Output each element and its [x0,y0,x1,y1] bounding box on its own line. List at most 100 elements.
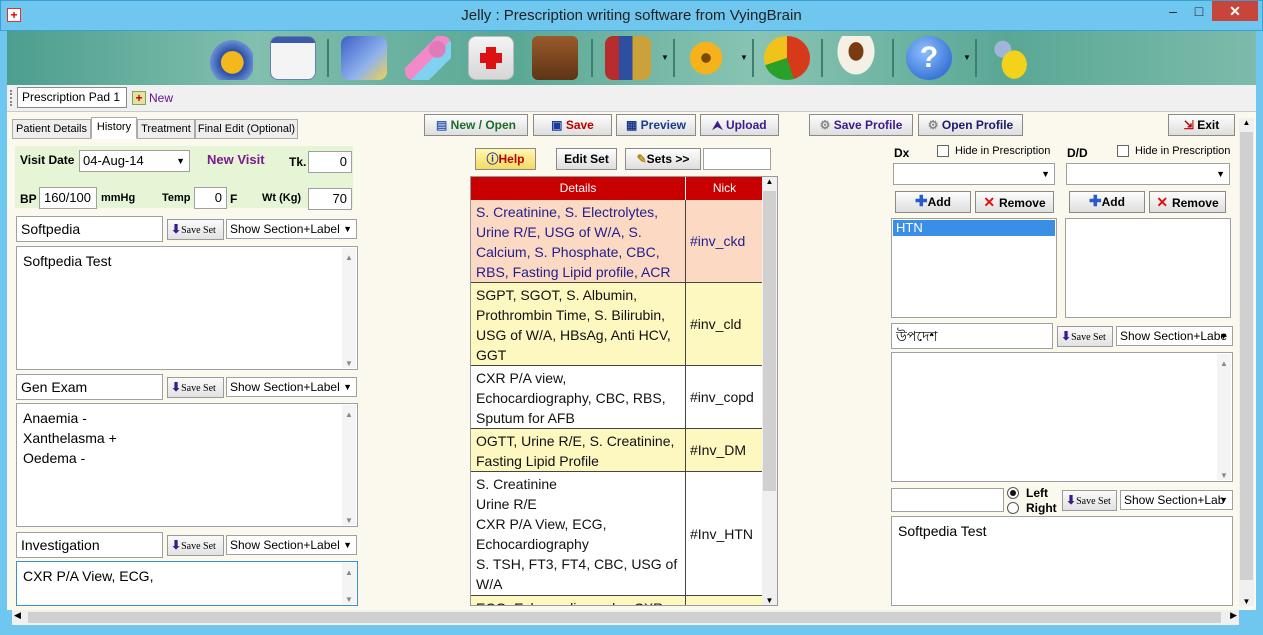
left-radio[interactable] [1007,487,1019,499]
medicine-icon[interactable] [341,36,387,80]
section-title-softpedia[interactable]: Softpedia [16,216,163,242]
car-icon[interactable] [989,36,1035,80]
advice-text[interactable]: ▲ ▼ [891,352,1233,482]
sets-button[interactable]: ✎Sets >> [625,148,701,170]
dd-select[interactable]: ▼ [1066,163,1230,185]
add-label: Add [927,195,951,209]
advice-mode-value: Show Section+Labe [1120,329,1228,343]
dx-select[interactable]: ▼ [893,163,1055,185]
footer-mode-select[interactable]: Show Section+Lab ▼ [1120,490,1233,510]
time-icon[interactable] [207,36,253,80]
save-button[interactable]: ▣ Save [533,114,612,136]
set-search-input[interactable] [703,148,771,170]
coffee-icon[interactable] [833,36,879,80]
tab-patient-details[interactable]: Patient Details [12,119,91,139]
tk-field[interactable]: 0 [308,151,352,173]
new-open-button[interactable]: ▤ New / Open [424,114,528,136]
scrollbar[interactable]: ▲ ▼ [342,248,356,368]
scroll-thumb[interactable] [28,612,1221,623]
section-title-gen-exam[interactable]: Gen Exam [16,374,163,400]
floppy-icon: ▣ [551,118,566,132]
nick-cell: #inv_cld [690,316,742,332]
settings-dropdown-icon[interactable]: ▼ [740,53,748,62]
edit-set-button[interactable]: Edit Set [556,148,617,170]
bottom-scrollbar[interactable]: ◀ ▶ [12,610,1239,625]
minimize-button[interactable]: – [1160,1,1186,21]
save-set-button[interactable]: ⬇Save Set [167,377,224,398]
plus-icon: + [132,91,146,105]
table-row[interactable]: ECG, Echocardiography, CXR [471,596,763,605]
column-header-nick[interactable]: Nick [686,177,763,200]
preview-button[interactable]: ▦ Preview [616,114,696,136]
pills-icon[interactable] [405,36,451,80]
help-button[interactable]: ⓘHelp [475,148,536,170]
temp-field[interactable]: 0 [194,187,227,209]
table-row[interactable]: S. Creatinine, S. Electrolytes, Urine R/… [471,200,763,283]
books-icon[interactable] [605,36,651,80]
exit-button[interactable]: ⇲ Exit [1168,114,1235,136]
tab-history[interactable]: History [91,117,137,139]
advice-save-set-button[interactable]: ⬇Save Set [1057,326,1113,347]
section-title-investigation[interactable]: Investigation [16,532,163,558]
tab-prescription-pad[interactable]: Prescription Pad 1 [17,87,127,108]
section-text-investigation[interactable]: CXR P/A View, ECG, ▲ ▼ [16,561,358,606]
footer-input[interactable] [891,488,1004,512]
advice-mode-select[interactable]: Show Section+Labe ▼ [1116,326,1233,346]
dx-add-button[interactable]: ✚Add [895,191,971,213]
advice-title[interactable]: উপদেশ [891,323,1053,349]
footer-save-set-button[interactable]: ⬇Save Set [1062,490,1117,511]
scrollbar[interactable]: ▲ ▼ [1217,354,1231,480]
section-mode-select[interactable]: Show Section+Label ▼ [226,377,357,397]
hide-dd-checkbox[interactable] [1117,145,1129,157]
save-set-button[interactable]: ⬇Save Set [167,535,224,556]
save-set-button[interactable]: ⬇Save Set [167,219,224,240]
section-text-gen-exam[interactable]: Anaemia - Xanthelasma + Oedema - ▲ ▼ [16,403,358,527]
open-profile-button[interactable]: ⚙ Open Profile [918,114,1023,136]
help-icon[interactable]: ? [906,36,952,80]
table-scrollbar[interactable]: ▲ ▼ [762,177,777,605]
dd-label: D/D [1067,146,1088,160]
new-visit-link[interactable]: New Visit [207,152,265,167]
tab-final-edit[interactable]: Final Edit (Optional) [195,119,298,139]
dx-list-item[interactable]: HTN [893,220,1055,236]
scrollbar[interactable]: ▲ ▼ [342,405,356,525]
column-header-details[interactable]: Details [471,177,686,200]
footer-text[interactable]: Softpedia Test [891,516,1233,606]
close-button[interactable]: ✕ [1212,1,1258,21]
hide-dx-checkbox[interactable] [937,145,949,157]
maximize-button[interactable]: □ [1186,1,1212,21]
table-row[interactable]: S. Creatinine Urine R/E CXR P/A View, EC… [471,472,763,596]
books-dropdown-icon[interactable]: ▼ [661,53,669,62]
section-mode-select[interactable]: Show Section+Label ▼ [226,535,357,555]
visit-date-select[interactable]: 04-Aug-14 ▼ [79,150,190,172]
save-profile-button[interactable]: ⚙ Save Profile [809,114,913,136]
document-icon: ▤ [435,118,451,132]
section-mode-select[interactable]: Show Section+Label ▼ [226,219,357,239]
first-aid-icon[interactable] [468,36,514,80]
bp-field[interactable]: 160/100 [39,187,97,209]
right-radio[interactable] [1007,502,1019,514]
table-row[interactable]: SGPT, SGOT, S. Albumin, Prothrombin Time… [471,283,763,366]
tab-treatment[interactable]: Treatment [137,119,195,139]
dd-add-button[interactable]: ✚Add [1069,191,1145,213]
section-text-softpedia[interactable]: Softpedia Test ▲ ▼ [16,246,358,370]
table-row[interactable]: CXR P/A view, Echocardiography, CBC, RBS… [471,366,763,429]
visit-date-value: 04-Aug-14 [83,153,144,168]
pie-chart-icon[interactable] [764,36,810,80]
settings-icon[interactable] [683,36,729,80]
scroll-thumb[interactable] [763,191,776,491]
doctor-bag-icon[interactable] [532,36,578,80]
table-row[interactable]: OGTT, Urine R/E, S. Creatinine, Fasting … [471,429,763,472]
new-pad-button[interactable]: + New [132,90,173,106]
dd-remove-button[interactable]: ✕ Remove [1149,191,1226,213]
grip-handle[interactable] [10,90,13,106]
help-dropdown-icon[interactable]: ▼ [963,53,971,62]
right-scrollbar[interactable]: ▲ ▼ [1239,118,1254,606]
dx-remove-button[interactable]: ✕ Remove [975,191,1054,213]
scrollbar[interactable]: ▲ ▼ [342,563,356,604]
scroll-thumb[interactable] [1240,132,1253,580]
add-label: Add [1101,195,1125,209]
upload-button[interactable]: ⮝ Upload [700,114,779,136]
notepad-icon[interactable] [270,36,316,80]
weight-field[interactable]: 70 [308,188,352,210]
